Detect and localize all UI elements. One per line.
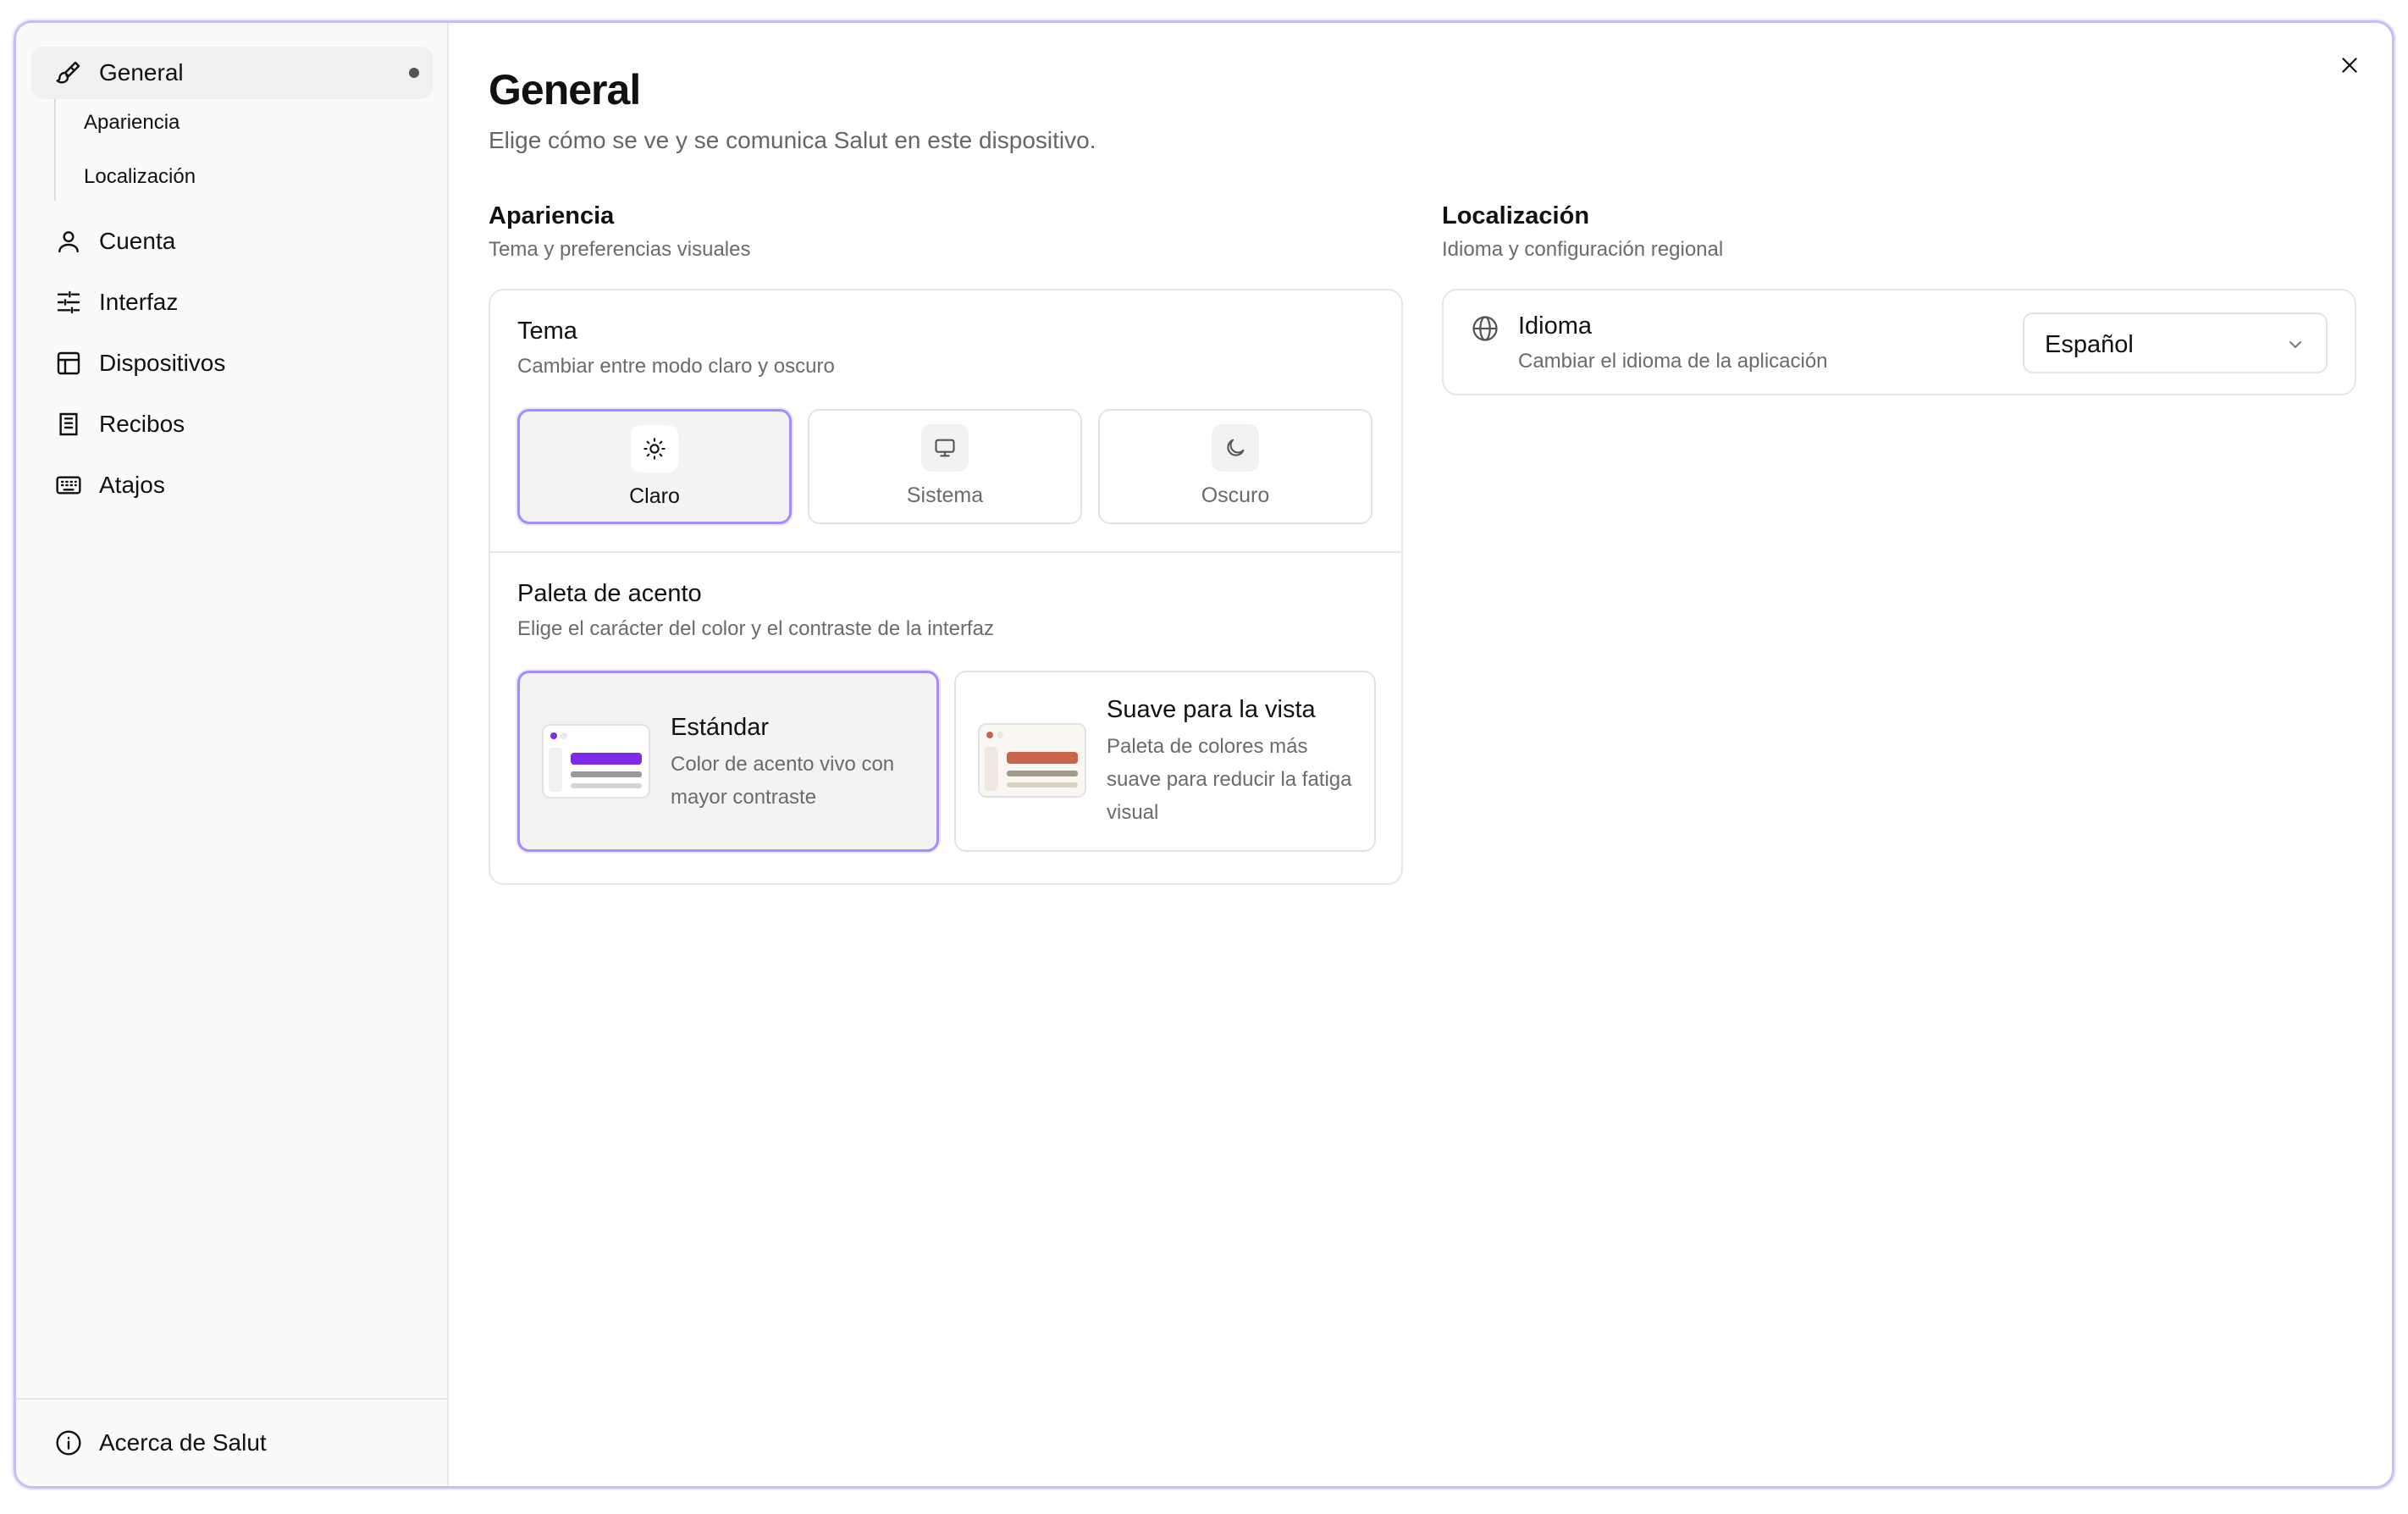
appearance-section-subtitle: Tema y preferencias visuales	[489, 238, 751, 261]
sidebar-item-recibos[interactable]: Recibos	[31, 398, 433, 450]
submenu-line	[54, 99, 56, 201]
settings-window: General Apariencia Localización Cuenta I…	[14, 20, 2394, 1489]
palette-title: Paleta de acento	[517, 580, 702, 607]
palette-preview	[542, 724, 650, 798]
layout-icon	[55, 350, 82, 377]
language-select[interactable]: Español	[2023, 312, 2328, 373]
sidebar-subitem-apariencia[interactable]: Apariencia	[84, 111, 179, 135]
language-select-value: Español	[2045, 331, 2134, 358]
page-subtitle: Elige cómo se ve y se comunica Salut en …	[489, 127, 1096, 153]
language-card: Idioma Cambiar el idioma de la aplicació…	[1442, 289, 2356, 395]
close-button[interactable]	[2331, 47, 2368, 84]
palette-preview-graphic	[980, 725, 1085, 796]
chevron-down-icon	[2285, 334, 2306, 355]
globe-icon	[1471, 314, 1499, 343]
palette-preview-graphic	[544, 726, 649, 797]
language-subtitle: Cambiar el idioma de la aplicación	[1518, 350, 1828, 373]
sidebar-item-cuenta[interactable]: Cuenta	[31, 215, 433, 268]
palette-option-title: Suave para la vista	[1107, 696, 1316, 723]
localization-section-title: Localización	[1442, 202, 1590, 229]
user-icon	[55, 228, 82, 255]
theme-option-label: Claro	[629, 484, 680, 508]
card-divider	[490, 551, 1401, 553]
sliders-icon	[55, 289, 82, 316]
palette-option-desc: Paleta de colores más suave para reducir…	[1107, 735, 1352, 824]
sidebar-item-label: Interfaz	[99, 289, 179, 315]
theme-option-oscuro[interactable]: Oscuro	[1098, 409, 1372, 524]
theme-subtitle: Cambiar entre modo claro y oscuro	[517, 355, 835, 378]
page-title: General	[489, 66, 641, 113]
sidebar-item-atajos[interactable]: Atajos	[31, 459, 433, 511]
palette-option-estandar[interactable]: Estándar Color de acento vivo con mayor …	[517, 671, 939, 852]
theme-option-label: Oscuro	[1201, 483, 1270, 507]
monitor-icon	[935, 439, 955, 457]
sidebar-item-dispositivos[interactable]: Dispositivos	[31, 337, 433, 390]
appearance-card: Tema Cambiar entre modo claro y oscuro C…	[489, 289, 1403, 885]
palette-option-title: Estándar	[671, 714, 770, 741]
receipt-icon	[55, 411, 82, 438]
palette-option-suave[interactable]: Suave para la vista Paleta de colores má…	[954, 671, 1376, 852]
sidebar: General Apariencia Localización Cuenta I…	[16, 23, 449, 1486]
theme-option-sistema[interactable]: Sistema	[808, 409, 1082, 524]
sidebar-item-label: General	[99, 59, 184, 86]
info-icon	[55, 1429, 82, 1456]
sidebar-item-general[interactable]: General	[31, 47, 433, 99]
theme-option-label: Sistema	[906, 483, 984, 507]
sidebar-item-label: Dispositivos	[99, 350, 226, 376]
palette-option-desc: Color de acento vivo con mayor contraste	[671, 753, 895, 809]
theme-icon-box	[631, 425, 678, 472]
theme-option-claro[interactable]: Claro	[517, 409, 792, 524]
sidebar-footer: Acerca de Salut	[16, 1398, 447, 1486]
theme-icon-box	[1212, 424, 1259, 472]
keyboard-icon	[55, 472, 82, 499]
theme-title: Tema	[517, 318, 577, 345]
palette-subtitle: Elige el carácter del color y el contras…	[517, 617, 994, 640]
localization-section-subtitle: Idioma y configuración regional	[1442, 238, 1724, 261]
close-icon	[2342, 58, 2357, 73]
brush-icon	[55, 59, 82, 86]
active-indicator	[409, 68, 419, 78]
theme-icon-box	[921, 424, 969, 472]
appearance-section-title: Apariencia	[489, 202, 615, 229]
about-button[interactable]: Acerca de Salut	[31, 1417, 433, 1469]
about-label: Acerca de Salut	[99, 1429, 267, 1456]
sidebar-item-label: Recibos	[99, 411, 185, 437]
sidebar-subitem-localizacion[interactable]: Localización	[84, 165, 196, 189]
language-title: Idioma	[1518, 312, 1593, 340]
sun-icon	[643, 438, 666, 460]
sidebar-item-label: Atajos	[99, 472, 165, 498]
moon-icon	[1227, 439, 1245, 456]
sidebar-item-label: Cuenta	[99, 228, 176, 254]
sidebar-item-interfaz[interactable]: Interfaz	[31, 276, 433, 329]
palette-preview	[978, 723, 1086, 798]
